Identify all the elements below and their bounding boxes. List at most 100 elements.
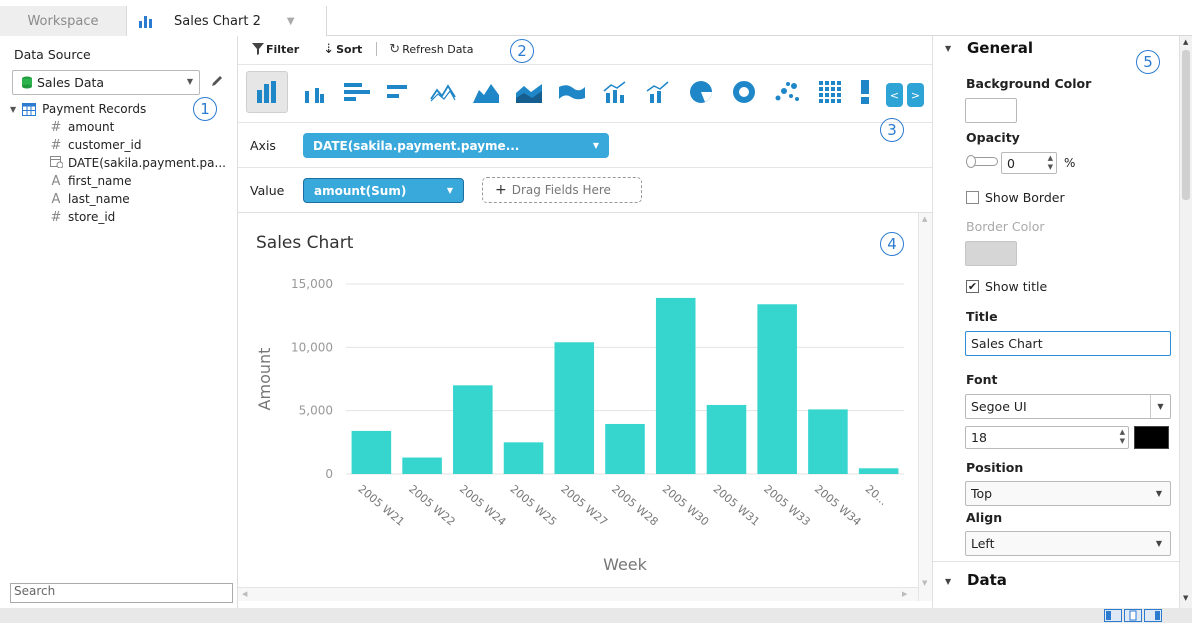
scroll-up-icon[interactable]: ▲ [1183,38,1188,46]
callout-1: 1 [193,97,217,121]
y-tick-label: 10,000 [291,340,333,354]
value-field-text: amount(Sum) [314,183,407,198]
chart-type-combo[interactable] [594,71,636,113]
layout-right-icon[interactable] [1144,609,1162,622]
chart-type-scatter[interactable] [766,71,808,113]
expand-arrow-icon[interactable]: ▼ [10,105,16,114]
chart-type-pie[interactable] [680,71,722,113]
chevron-down-icon[interactable]: ▼ [1150,395,1170,418]
chart-type-stacked-area[interactable] [508,71,550,113]
callout-5-number: 5 [1143,53,1153,71]
chart-bar [808,409,848,474]
chart-type-streamgraph[interactable] [551,71,593,113]
scroll-left-icon[interactable]: ◀ [242,590,247,598]
scroll-right-icon[interactable]: ▶ [902,590,907,598]
field-item[interactable]: # store_id [48,208,116,226]
opacity-stepper[interactable]: 0 ▲ ▼ [1001,152,1057,174]
font-select[interactable]: Segoe UI ▼ [965,394,1171,419]
bar-chart-icon [138,13,154,29]
chevron-down-icon[interactable]: ▼ [593,141,599,150]
chevron-down-icon[interactable]: ▼ [447,186,453,195]
font-select-value: Segoe UI [971,399,1027,414]
pie-chart-icon [690,81,712,103]
layout-switcher[interactable] [1104,609,1162,622]
slider-handle[interactable] [966,155,976,168]
opacity-slider[interactable] [966,155,998,168]
chart-type-grouped-column[interactable] [293,71,335,113]
field-item[interactable]: Afirst_name [48,172,132,190]
stepper-arrows-icon[interactable]: ▲ ▼ [1048,154,1053,172]
field-item[interactable]: Alast_name [48,190,130,208]
edit-pencil-icon[interactable] [210,74,224,91]
data-source-select[interactable]: Sales Data ▼ [12,70,200,95]
search-placeholder: Search [14,584,56,598]
chart-types-prev-button[interactable]: < [886,83,903,107]
tab-sales-chart-2[interactable]: Sales Chart 2 ▼ [127,6,327,36]
chart-type-combo-area[interactable] [637,71,679,113]
title-input[interactable]: Sales Chart [965,331,1171,356]
tab-workspace-label: Workspace [27,13,99,29]
stepper-arrows-icon[interactable]: ▲ ▼ [1120,428,1125,446]
chevron-down-icon[interactable]: ▼ [1156,539,1162,548]
filter-label: Filter [266,42,300,56]
chart-type-line[interactable] [422,71,464,113]
filter-button[interactable]: Filter [252,43,299,56]
background-color-swatch[interactable] [965,98,1017,123]
chart-bar [706,404,747,474]
chart-type-kpi[interactable] [844,71,886,113]
chevron-down-icon[interactable]: ▼ [1156,489,1162,498]
collapse-general-icon[interactable]: ▼ [945,44,951,53]
field-item[interactable]: # amount [48,118,115,136]
drag-fields-dropzone[interactable]: + Drag Fields Here [482,177,642,203]
chart-type-palette: < > [238,64,932,120]
collapse-data-icon[interactable]: ▼ [945,577,951,586]
chart-types-next-button[interactable]: > [907,83,924,107]
show-border-checkbox[interactable] [966,191,979,204]
sort-button[interactable]: ⇣ Sort [323,42,362,57]
show-title-checkbox[interactable]: ✔ [966,280,979,293]
border-color-swatch[interactable] [965,241,1017,266]
numeric-field-icon: # [50,119,62,135]
chart-vertical-scrollbar[interactable]: ▲ ▼ [918,213,932,601]
layout-left-icon[interactable] [1104,609,1122,622]
chart-type-bar[interactable] [336,71,378,113]
position-label: Position [966,460,1024,475]
scroll-down-icon[interactable]: ▼ [922,579,927,587]
search-input[interactable]: Search [10,583,233,603]
column-chart-icon [257,81,276,103]
scroll-up-icon[interactable]: ▲ [922,215,927,223]
tab-dropdown-icon[interactable]: ▼ [287,16,295,27]
chart-horizontal-scrollbar[interactable]: ◀ ▶ [238,587,918,601]
x-tick-label: 2005 W31 [711,482,763,528]
chart-type-column[interactable] [246,71,288,113]
align-select[interactable]: Left ▼ [965,531,1171,556]
chart-type-stacked-bar[interactable] [379,71,421,113]
field-item[interactable]: DATE(sakila.payment.pa... [48,154,226,172]
properties-scrollbar[interactable]: ▲ ▼ [1179,36,1192,608]
chart-type-donut[interactable] [723,71,765,113]
stacked-area-icon [516,84,542,103]
field-item[interactable]: # customer_id [48,136,142,154]
refresh-data-button[interactable]: ↻ Refresh Data [389,42,473,57]
font-color-swatch[interactable] [1134,426,1169,449]
scrollbar-thumb[interactable] [1182,50,1190,200]
position-select[interactable]: Top ▼ [965,481,1171,506]
opacity-label: Opacity [966,130,1020,145]
properties-panel: ▼ General Background Color Opacity 0 ▲ ▼ … [932,36,1192,608]
scroll-down-icon[interactable]: ▼ [1183,594,1188,602]
tree-node-payment-records[interactable]: ▼ Payment Records [10,100,146,118]
chart-type-area[interactable] [465,71,507,113]
font-size-stepper[interactable]: 18 ▲ ▼ [965,426,1129,449]
axis-field-pill[interactable]: DATE(sakila.payment.payme... ▼ [303,133,609,158]
tab-workspace[interactable]: Workspace [0,6,127,36]
chart-canvas[interactable]: Sales Chart 0 5,000 10,000 15,000 Amount 2005 … [238,212,932,601]
date-field-icon [48,155,64,172]
section-divider [933,561,1179,562]
stream-area-icon [559,85,585,100]
x-axis-label: Week [603,555,648,574]
axis-shelf: Axis DATE(sakila.payment.payme... ▼ [238,122,932,167]
layout-center-icon[interactable] [1124,609,1142,622]
value-field-pill[interactable]: amount(Sum) ▼ [303,178,464,203]
callout-3: 3 [880,118,904,142]
tab-bar: Workspace Sales Chart 2 ▼ [0,0,1192,36]
